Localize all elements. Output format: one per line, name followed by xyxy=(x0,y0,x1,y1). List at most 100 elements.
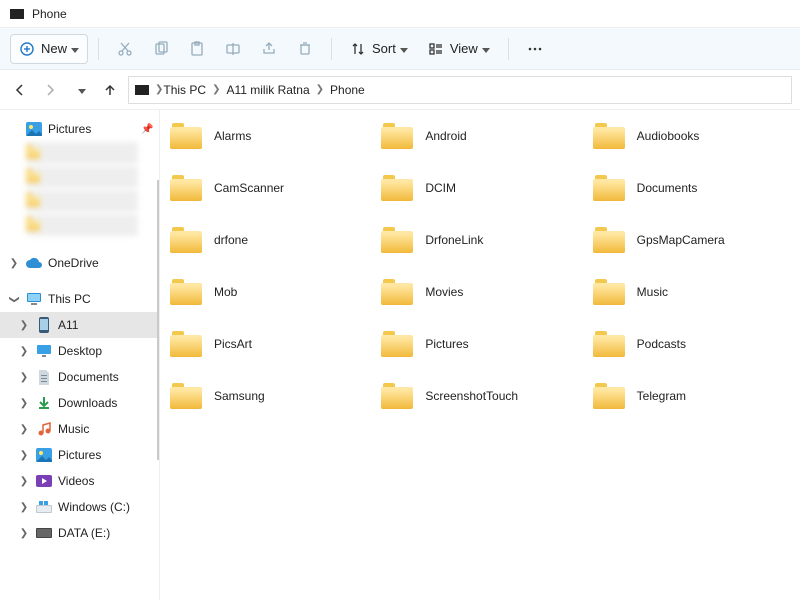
breadcrumb-label: A11 milik Ratna xyxy=(226,83,309,97)
phone-device-icon xyxy=(135,85,149,95)
video-icon xyxy=(36,473,52,489)
breadcrumb-label: This PC xyxy=(163,83,206,97)
chevron-right-icon: ❯ xyxy=(155,84,163,95)
copy-icon xyxy=(153,41,169,57)
breadcrumb-item[interactable]: Phone xyxy=(330,83,365,97)
sidebar-item-redacted xyxy=(26,166,138,188)
expand-toggle[interactable]: ❯ xyxy=(18,372,30,383)
sidebar-item-videos[interactable]: ❯ Videos xyxy=(0,468,159,494)
sort-button[interactable]: Sort xyxy=(342,34,416,64)
cloud-icon xyxy=(26,255,42,271)
folder-icon xyxy=(593,331,625,357)
sidebar-label: A11 xyxy=(58,318,153,332)
sidebar-item-documents[interactable]: ❯ Documents xyxy=(0,364,159,390)
sidebar-item-drive-e[interactable]: ❯ DATA (E:) xyxy=(0,520,159,546)
folder-item[interactable]: Pictures xyxy=(379,328,580,360)
sidebar-label: This PC xyxy=(48,292,153,306)
sidebar-label: Desktop xyxy=(58,344,153,358)
rename-button[interactable] xyxy=(217,34,249,64)
pictures-icon xyxy=(26,121,42,137)
cut-button[interactable] xyxy=(109,34,141,64)
expand-toggle[interactable]: ❯ xyxy=(18,450,30,461)
scrollbar[interactable] xyxy=(157,180,159,460)
sidebar-item-a11[interactable]: ❯ A11 xyxy=(0,312,159,338)
chevron-down-icon xyxy=(482,42,490,56)
folder-label: ScreenshotTouch xyxy=(425,389,518,403)
folder-item[interactable]: DrfoneLink xyxy=(379,224,580,256)
breadcrumb-item[interactable]: A11 milik Ratna❯ xyxy=(226,83,324,97)
folder-item[interactable]: CamScanner xyxy=(168,172,369,204)
folder-item[interactable]: PicsArt xyxy=(168,328,369,360)
folder-icon xyxy=(381,175,413,201)
folder-item[interactable]: Telegram xyxy=(591,380,792,412)
monitor-icon xyxy=(26,291,42,307)
folder-item[interactable]: drfone xyxy=(168,224,369,256)
folder-item[interactable]: Audiobooks xyxy=(591,120,792,152)
folder-item[interactable]: Alarms xyxy=(168,120,369,152)
chevron-down-icon xyxy=(400,42,408,56)
sidebar-item-pictures-lib[interactable]: ❯ Pictures xyxy=(0,442,159,468)
expand-toggle[interactable]: ❯ xyxy=(18,528,30,539)
new-label: New xyxy=(41,41,67,56)
sidebar-label: Pictures xyxy=(48,122,141,136)
sidebar: Pictures 📌 ❯ OneDrive ❯ This PC ❯ xyxy=(0,110,160,600)
folder-item[interactable]: Documents xyxy=(591,172,792,204)
delete-button[interactable] xyxy=(289,34,321,64)
sidebar-item-thispc[interactable]: ❯ This PC xyxy=(0,286,159,312)
folder-item[interactable]: Movies xyxy=(379,276,580,308)
more-button[interactable] xyxy=(519,34,551,64)
expand-toggle[interactable]: ❯ xyxy=(9,293,20,305)
copy-button[interactable] xyxy=(145,34,177,64)
nav-row: ❯ This PC❯ A11 milik Ratna❯ Phone xyxy=(0,70,800,110)
document-icon xyxy=(36,369,52,385)
folder-label: GpsMapCamera xyxy=(637,233,725,247)
expand-toggle[interactable]: ❯ xyxy=(18,424,30,435)
expand-toggle[interactable]: ❯ xyxy=(18,320,30,331)
content-area: Alarms Android Audiobooks CamScanner DCIM Doc… xyxy=(160,110,800,600)
sidebar-label: Downloads xyxy=(58,396,153,410)
chevron-right-icon: ❯ xyxy=(212,84,220,95)
folder-item[interactable]: Podcasts xyxy=(591,328,792,360)
sort-icon xyxy=(350,41,366,57)
view-icon xyxy=(428,41,444,57)
expand-toggle[interactable]: ❯ xyxy=(8,258,20,269)
folder-label: Podcasts xyxy=(637,337,686,351)
new-button[interactable]: New xyxy=(10,34,88,64)
share-button[interactable] xyxy=(253,34,285,64)
rename-icon xyxy=(225,41,241,57)
expand-toggle[interactable]: ❯ xyxy=(18,346,30,357)
sidebar-item-onedrive[interactable]: ❯ OneDrive xyxy=(0,250,159,276)
folder-icon xyxy=(381,331,413,357)
sidebar-item-desktop[interactable]: ❯ Desktop xyxy=(0,338,159,364)
folder-icon xyxy=(170,331,202,357)
folder-item[interactable]: Samsung xyxy=(168,380,369,412)
sidebar-item-redacted xyxy=(26,190,138,212)
folder-item[interactable]: Mob xyxy=(168,276,369,308)
folder-item[interactable]: GpsMapCamera xyxy=(591,224,792,256)
forward-button[interactable] xyxy=(38,78,62,102)
folder-item[interactable]: ScreenshotTouch xyxy=(379,380,580,412)
folder-label: Samsung xyxy=(214,389,265,403)
recent-dropdown[interactable] xyxy=(68,78,92,102)
folder-label: CamScanner xyxy=(214,181,284,195)
breadcrumb-item[interactable]: This PC ❯ xyxy=(163,83,220,97)
expand-toggle[interactable]: ❯ xyxy=(18,502,30,513)
sidebar-item-downloads[interactable]: ❯ Downloads xyxy=(0,390,159,416)
folder-icon xyxy=(593,279,625,305)
folder-item[interactable]: Music xyxy=(591,276,792,308)
sidebar-item-pictures[interactable]: Pictures 📌 xyxy=(0,116,159,142)
folder-item[interactable]: Android xyxy=(379,120,580,152)
clipboard-icon xyxy=(189,41,205,57)
sidebar-label: Windows (C:) xyxy=(58,500,153,514)
sidebar-item-drive-c[interactable]: ❯ Windows (C:) xyxy=(0,494,159,520)
breadcrumb[interactable]: ❯ This PC❯ A11 milik Ratna❯ Phone xyxy=(128,76,792,104)
paste-button[interactable] xyxy=(181,34,213,64)
folder-icon xyxy=(381,227,413,253)
sidebar-item-music[interactable]: ❯ Music xyxy=(0,416,159,442)
expand-toggle[interactable]: ❯ xyxy=(18,398,30,409)
folder-item[interactable]: DCIM xyxy=(379,172,580,204)
view-button[interactable]: View xyxy=(420,34,498,64)
up-button[interactable] xyxy=(98,78,122,102)
expand-toggle[interactable]: ❯ xyxy=(18,476,30,487)
back-button[interactable] xyxy=(8,78,32,102)
